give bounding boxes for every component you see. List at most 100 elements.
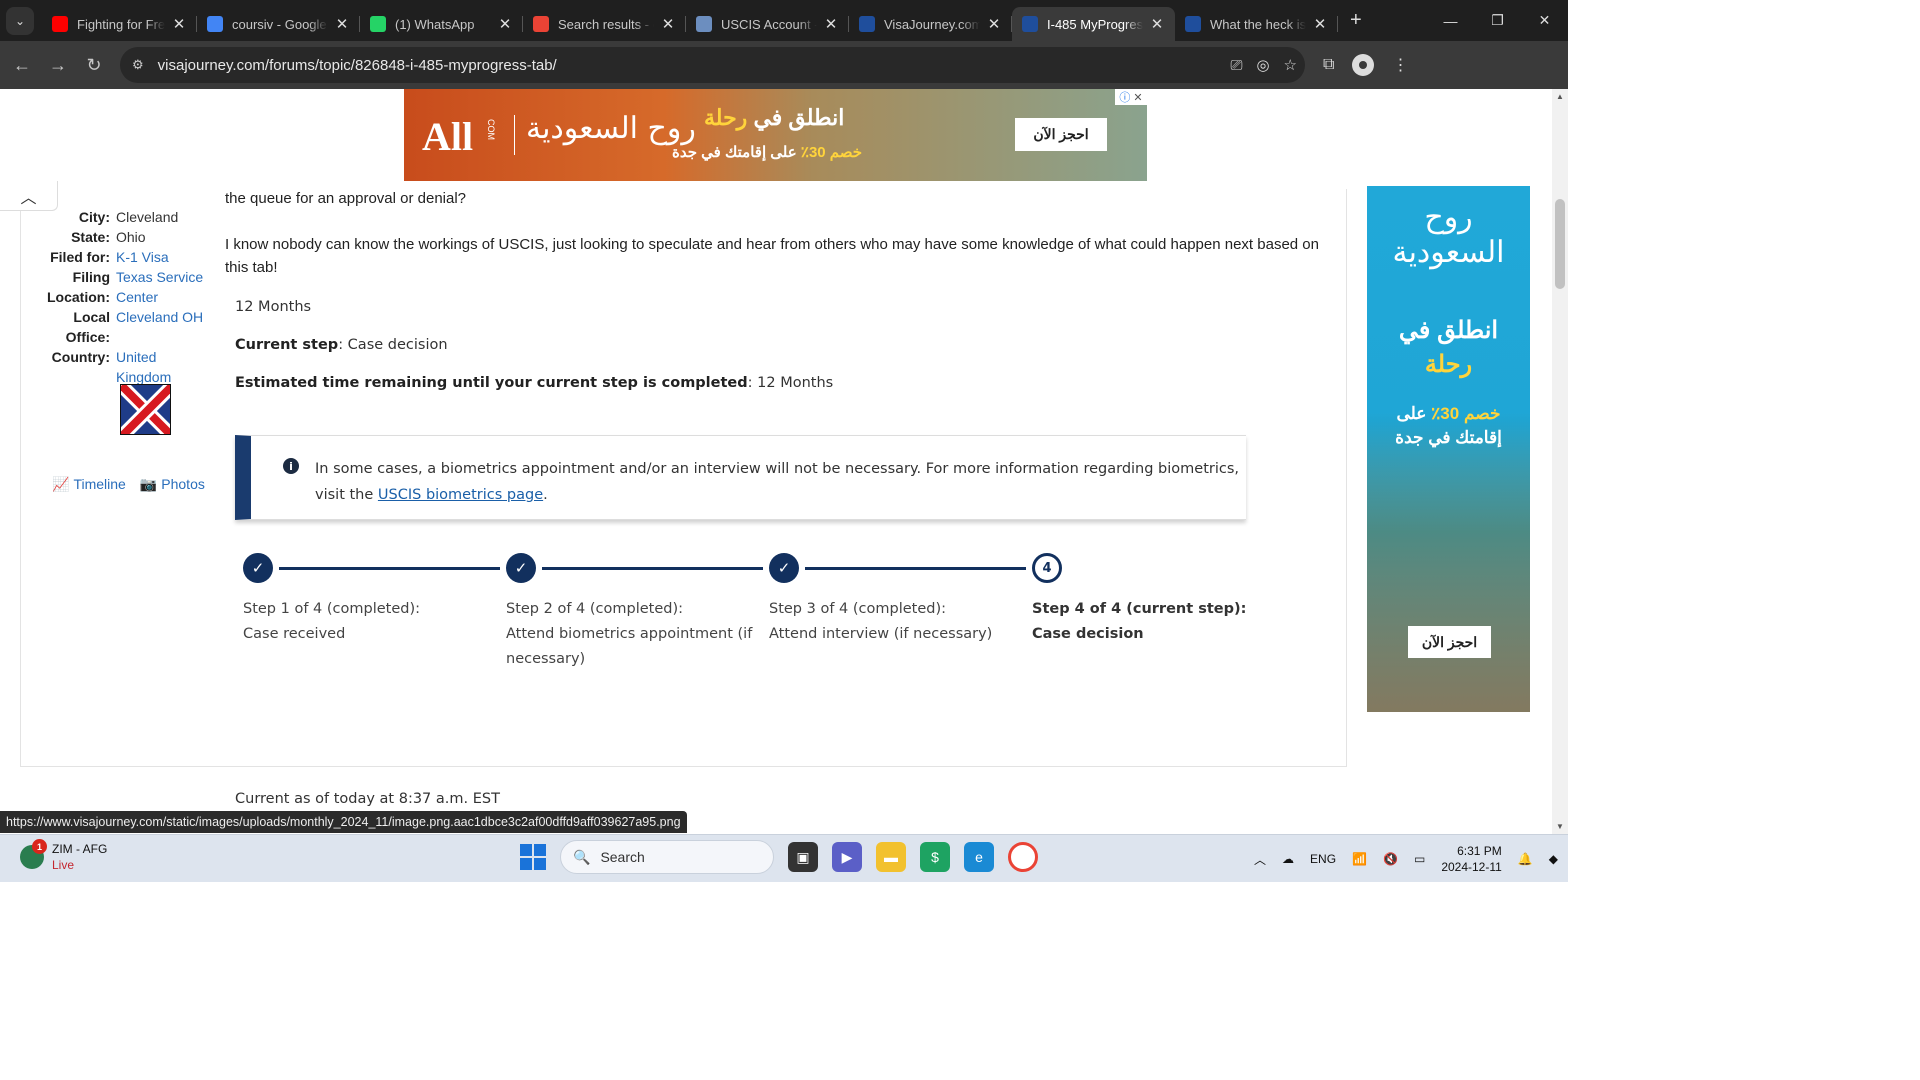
browser-tab[interactable]: I-485 MyProgres ✕	[1012, 7, 1175, 41]
post-paragraph: the queue for an approval or denial?	[225, 190, 467, 207]
volume-muted-icon[interactable]: 🔇	[1383, 852, 1398, 866]
profile-field-label: Country:	[51, 349, 110, 365]
forward-button[interactable]: →	[40, 47, 76, 83]
cloud-offline-icon[interactable]: ☁	[1282, 852, 1294, 866]
tab-search-button[interactable]: ⌄	[6, 6, 34, 35]
close-tab-icon[interactable]: ✕	[497, 15, 513, 33]
step-connector	[542, 567, 763, 570]
close-tab-icon[interactable]: ✕	[986, 15, 1002, 33]
edge-icon[interactable]: e	[964, 842, 994, 872]
adchoices-icon[interactable]: ⓘ ✕	[1115, 89, 1147, 105]
profile-field: City: Cleveland	[42, 207, 217, 227]
bookmark-star-icon[interactable]: ☆	[1284, 56, 1297, 74]
widget-title: ZIM - AFG	[52, 842, 108, 856]
window-controls: — ❐ ✕	[1427, 0, 1568, 41]
browser-tab[interactable]: (1) WhatsApp ✕	[360, 7, 523, 41]
scrollbar-thumb[interactable]	[1555, 199, 1565, 289]
uscis-icon	[696, 16, 712, 32]
biometrics-alert: i In some cases, a biometrics appointmen…	[235, 435, 1246, 520]
close-window-button[interactable]: ✕	[1521, 0, 1568, 41]
notification-bell-icon[interactable]: 🔔	[1518, 852, 1533, 866]
ad-logo-suffix: COM	[486, 119, 496, 140]
search-placeholder: Search	[600, 849, 645, 865]
address-bar[interactable]: ⚙ visajourney.com/forums/topic/826848-i-…	[120, 47, 1305, 83]
side-banner-ad[interactable]: روح السعودية انطلق في رحلة خصم 30٪ على إ…	[1367, 186, 1530, 712]
ad-book-now-button[interactable]: احجز الآن	[1015, 118, 1107, 151]
tab-title: Search results - c	[558, 16, 654, 32]
current-as-of-text: Current as of today at 8:37 a.m. EST	[235, 791, 500, 807]
wifi-icon[interactable]: 📶	[1352, 852, 1367, 866]
close-tab-icon[interactable]: ✕	[1149, 15, 1165, 33]
back-button[interactable]: ←	[4, 47, 40, 83]
battery-icon[interactable]: ▭	[1414, 852, 1425, 866]
extensions-icon[interactable]: ⧉	[1323, 56, 1334, 74]
current-step-line: Current step: Case decision	[235, 337, 1245, 353]
chrome-icon[interactable]	[1008, 842, 1038, 872]
close-tab-icon[interactable]: ✕	[1312, 15, 1328, 33]
close-tab-icon[interactable]: ✕	[823, 15, 839, 33]
profile-field-value[interactable]: K-1 Visa	[116, 247, 211, 267]
close-tab-icon[interactable]: ✕	[171, 15, 187, 33]
timeline-link[interactable]: 📈 Timeline	[52, 476, 126, 493]
reload-button[interactable]: ↻	[76, 47, 112, 83]
restore-button[interactable]: ❐	[1474, 0, 1521, 41]
scroll-down-icon[interactable]: ▼	[1552, 822, 1568, 831]
browser-tab[interactable]: Search results - c ✕	[523, 7, 686, 41]
profile-field-value: Cleveland	[116, 209, 179, 225]
whatsapp-icon	[370, 16, 386, 32]
chevron-up-icon[interactable]: ︿	[1254, 851, 1266, 868]
biometrics-page-link[interactable]: USCIS biometrics page	[378, 487, 543, 503]
photos-link[interactable]: 📷 Photos	[140, 476, 205, 493]
profile-field-label: Local Office:	[65, 309, 110, 345]
tab-title: (1) WhatsApp	[395, 16, 475, 32]
ad-subline: خصم 30٪ على إقامتك في جدة	[672, 143, 862, 161]
profile-field: Filing Location: Texas Service Center	[42, 267, 217, 307]
taskbar-search[interactable]: 🔍 Search	[560, 840, 774, 874]
page-scrollbar[interactable]: ▲ ▼	[1552, 89, 1568, 834]
progress-screenshot[interactable]: 12 Months Current step: Case decision Es…	[235, 299, 1246, 807]
browser-tab[interactable]: Fighting for Free ✕	[42, 7, 197, 41]
browser-tab[interactable]: VisaJourney.com ✕	[849, 7, 1012, 41]
ad-headline-white: انطلق في	[753, 105, 845, 130]
widgets-button[interactable]: 1 ZIM - AFG Live	[20, 839, 108, 873]
current-step-value: : Case decision	[338, 337, 448, 353]
scroll-up-icon[interactable]: ▲	[1552, 92, 1568, 101]
file-explorer-icon[interactable]: ▬	[876, 842, 906, 872]
step-detail: Case decision	[1032, 626, 1144, 642]
side-ad-subline: خصم 30٪ على إقامتك في جدة	[1367, 402, 1530, 450]
youtube-icon	[52, 16, 68, 32]
clock[interactable]: 6:31 PM 2024-12-11	[1441, 843, 1502, 875]
side-ad-book-now-button[interactable]: احجز الآن	[1408, 626, 1491, 658]
copilot-icon[interactable]: ◆	[1549, 852, 1558, 866]
profile-field-label: Filing Location:	[47, 269, 110, 305]
step-title: Step 3 of 4 (completed):	[769, 601, 947, 617]
step-title: Step 2 of 4 (completed):	[506, 601, 684, 617]
tab-title: I-485 MyProgres	[1047, 16, 1143, 32]
step-detail: Attend biometrics appointment (if necess…	[506, 626, 753, 667]
task-view-icon[interactable]: ▣	[788, 842, 818, 872]
browser-tab[interactable]: coursiv - Google ✕	[197, 7, 360, 41]
step-complete-check-icon: ✓	[243, 553, 273, 583]
minimize-button[interactable]: —	[1427, 0, 1474, 41]
taskbar-apps: 🔍 Search ▣ ▶ ▬ $ e	[520, 840, 1038, 874]
close-tab-icon[interactable]: ✕	[334, 15, 350, 33]
profile-field-value[interactable]: Cleveland OH	[116, 307, 211, 347]
menu-icon[interactable]: ⋮	[1392, 55, 1408, 75]
profile-field-value[interactable]: United Kingdom	[116, 347, 211, 387]
profile-field-value[interactable]: Texas Service Center	[116, 267, 211, 307]
timeline-icon: 📈	[52, 476, 70, 492]
profile-field-value: Ohio	[116, 229, 146, 245]
money-app-icon[interactable]: $	[920, 842, 950, 872]
windows-start-icon[interactable]	[520, 844, 546, 870]
browser-tab[interactable]: What the heck is ✕	[1175, 7, 1338, 41]
new-tab-button[interactable]: +	[1350, 9, 1362, 32]
close-tab-icon[interactable]: ✕	[660, 15, 676, 33]
profile-avatar[interactable]	[1352, 54, 1375, 76]
site-info-icon[interactable]: ⚙	[132, 57, 144, 73]
top-banner-ad[interactable]: All COM روح السعودية انطلق في رحلة خصم 3…	[404, 89, 1147, 181]
language-indicator[interactable]: ENG	[1310, 852, 1336, 866]
browser-tab[interactable]: USCIS Account - ✕	[686, 7, 849, 41]
tracking-protection-icon[interactable]: ◎	[1256, 56, 1269, 74]
install-app-icon[interactable]: ⎚	[1230, 57, 1242, 74]
teams-icon[interactable]: ▶	[832, 842, 862, 872]
